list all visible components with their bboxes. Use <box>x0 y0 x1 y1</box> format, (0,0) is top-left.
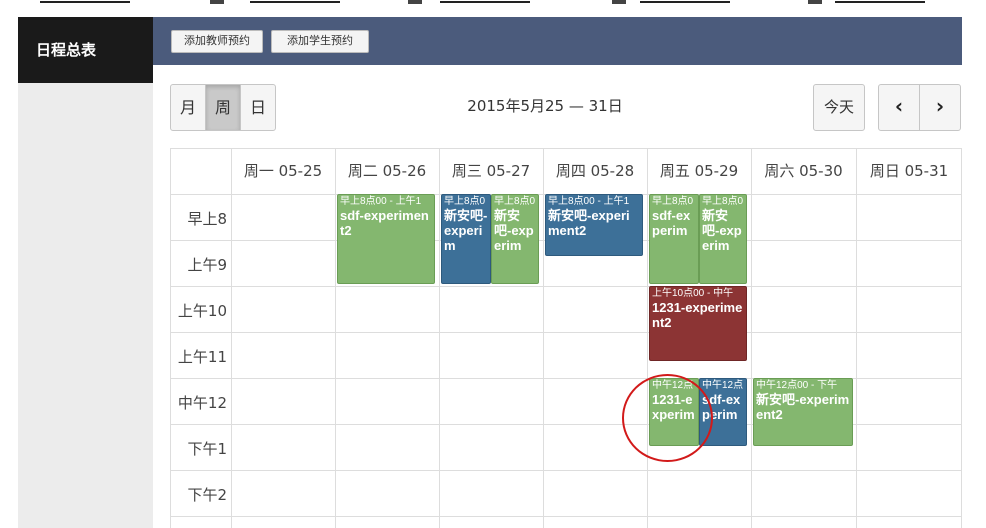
calendar-event[interactable]: 上午10点00 - 中午 1231-experiment2 <box>649 286 747 361</box>
calendar-event[interactable]: 早上8点00 - 上午1 sdf-experiment2 <box>337 194 435 284</box>
grid-column-line <box>961 148 962 528</box>
top-nav-item[interactable] <box>835 0 925 3</box>
grid-row-line <box>170 332 962 333</box>
header-toolbar: 添加教师预约 添加学生预约 <box>153 17 962 65</box>
event-time: 中午12点00 - 下午 <box>756 380 838 391</box>
event-time: 早上8点0 <box>702 196 744 207</box>
day-header: 周五 05-29 <box>659 162 739 180</box>
top-nav-item[interactable] <box>440 0 530 3</box>
top-nav-item[interactable] <box>40 0 130 3</box>
hour-label: 中午12 <box>177 394 227 412</box>
hour-label: 上午9 <box>187 256 227 274</box>
nav-icon <box>210 0 224 4</box>
calendar-event[interactable]: 中午12点00 - 下午 新安吧-experiment2 <box>753 378 853 446</box>
date-navigation: ‹ › <box>878 84 961 131</box>
today-button[interactable]: 今天 <box>813 84 865 131</box>
top-nav-item[interactable] <box>250 0 340 3</box>
grid-column-line <box>647 148 648 528</box>
day-view-button[interactable]: 日 <box>240 84 276 131</box>
hour-label: 上午11 <box>177 348 227 366</box>
event-title: sdf-experiment2 <box>340 208 429 238</box>
month-view-button[interactable]: 月 <box>170 84 206 131</box>
hour-label: 上午10 <box>177 302 227 320</box>
event-time: 早上8点0 <box>494 196 536 207</box>
nav-icon <box>612 0 626 4</box>
event-title: 新安吧-experim <box>494 208 534 253</box>
event-title: 新安吧-experiment2 <box>756 392 850 422</box>
grid-column-line <box>335 148 336 528</box>
annotation-circle <box>622 374 713 462</box>
grid-column-line <box>231 148 232 528</box>
add-teacher-booking-button[interactable]: 添加教师预约 <box>171 30 263 53</box>
day-header: 周六 05-30 <box>764 162 843 180</box>
event-title: sdf-experim <box>652 208 691 238</box>
week-view-button[interactable]: 周 <box>205 84 241 131</box>
event-time: 早上8点00 - 上午1 <box>340 196 422 207</box>
grid-column-line <box>170 148 171 528</box>
event-time: 早上8点0 <box>652 196 694 207</box>
calendar-event[interactable]: 早上8点0 新安吧-experim <box>491 194 539 284</box>
grid-column-line <box>439 148 440 528</box>
chevron-left-icon: ‹ <box>894 94 904 118</box>
sidebar: 日程总表 <box>18 17 153 528</box>
grid-column-line <box>751 148 752 528</box>
day-header: 周日 05-31 <box>869 162 949 180</box>
event-time: 上午10点00 - 中午 <box>652 288 734 299</box>
next-week-button[interactable]: › <box>919 84 961 131</box>
day-header: 周二 05-26 <box>347 162 427 180</box>
calendar-event[interactable]: 早上8点0 sdf-experim <box>649 194 699 284</box>
grid-column-line <box>543 148 544 528</box>
hour-label: 下午1 <box>187 440 227 458</box>
prev-week-button[interactable]: ‹ <box>878 84 920 131</box>
week-calendar-grid: 周一 05-25 周二 05-26 周三 05-27 周四 05-28 周五 05-29… <box>170 148 962 528</box>
nav-icon <box>808 0 822 4</box>
date-range-title: 2015年5月25 — 31日 <box>467 97 623 115</box>
grid-row-line <box>170 286 962 287</box>
day-header: 周三 05-27 <box>451 162 531 180</box>
view-switcher: 月 周 日 <box>170 84 276 131</box>
event-title: 新安吧-experiment2 <box>548 208 630 238</box>
calendar-event[interactable]: 早上8点0 新安吧-experim <box>699 194 747 284</box>
top-nav-item[interactable] <box>640 0 730 3</box>
chevron-right-icon: › <box>935 94 945 118</box>
event-title: 新安吧-experim <box>702 208 742 253</box>
calendar-event[interactable]: 早上8点00 - 上午1 新安吧-experiment2 <box>545 194 643 256</box>
event-time: 早上8点0 <box>444 196 486 207</box>
event-title: 1231-experiment2 <box>652 300 743 330</box>
grid-row-line <box>170 470 962 471</box>
hour-label: 早上8 <box>187 210 227 228</box>
day-header: 周一 05-25 <box>243 162 323 180</box>
top-navigation <box>0 0 986 17</box>
hour-label: 下午2 <box>187 486 227 504</box>
event-time: 中午12点 <box>702 380 744 391</box>
add-student-booking-button[interactable]: 添加学生预约 <box>271 30 369 53</box>
day-header: 周四 05-28 <box>555 162 635 180</box>
event-title: 新安吧-experim <box>444 208 488 253</box>
calendar-event[interactable]: 早上8点0 新安吧-experim <box>441 194 491 284</box>
grid-row-line <box>170 516 962 517</box>
grid-column-line <box>856 148 857 528</box>
nav-icon <box>408 0 422 4</box>
event-time: 早上8点00 - 上午1 <box>548 196 630 207</box>
sidebar-item-schedule[interactable]: 日程总表 <box>18 17 153 83</box>
